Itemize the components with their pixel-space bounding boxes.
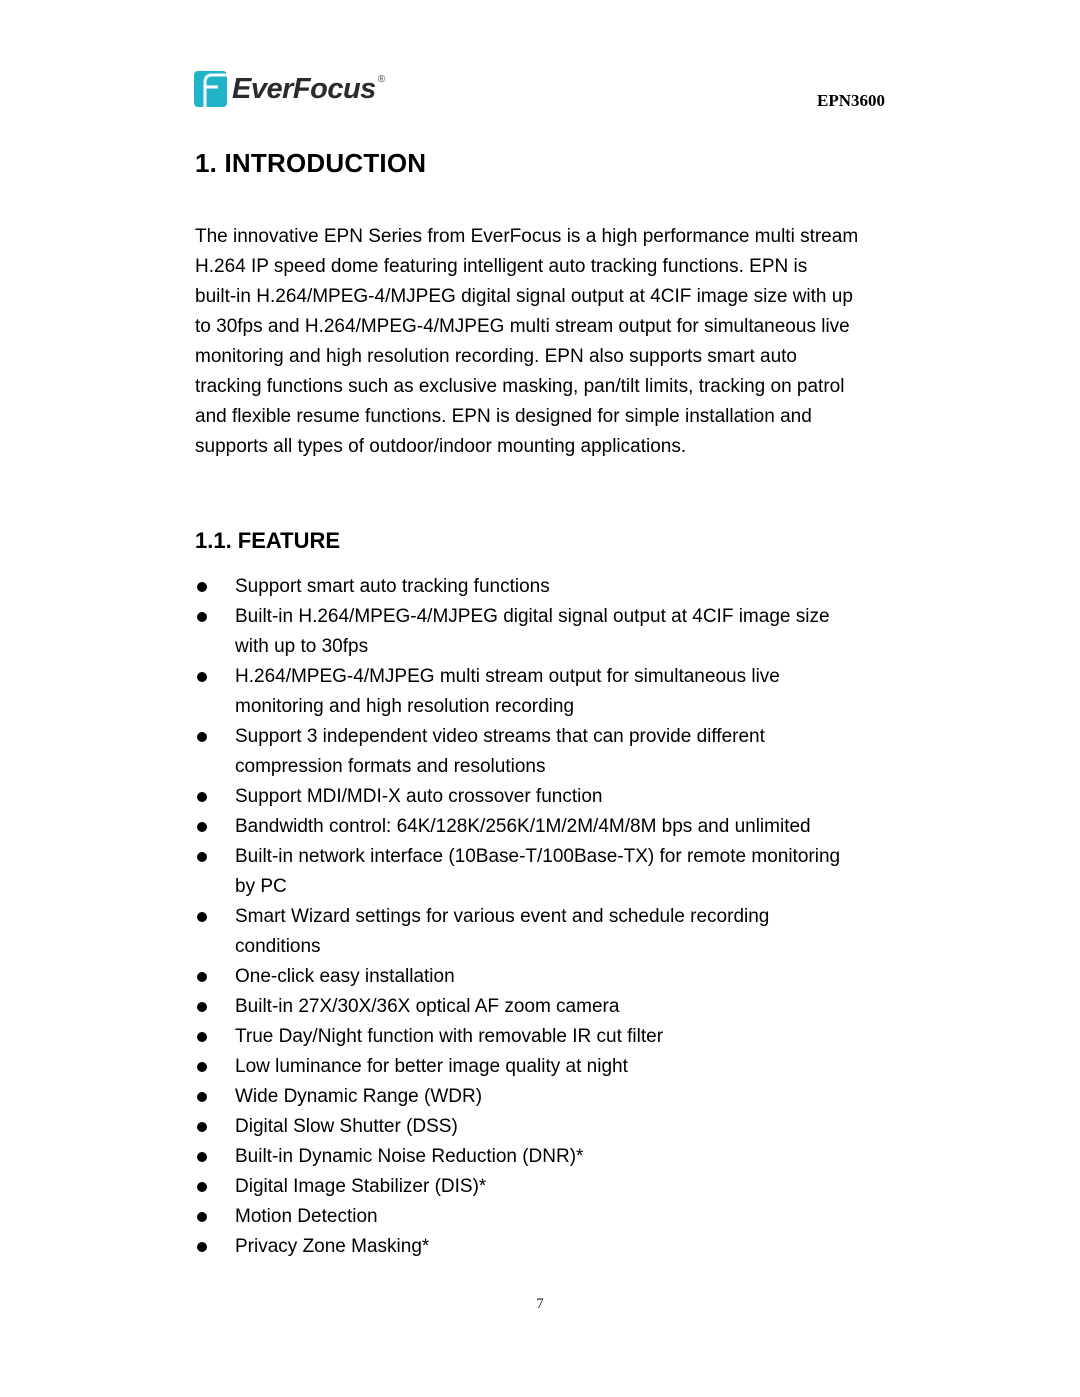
feature-text: H.264/MPEG-4/MJPEG multi stream output f… [235, 666, 780, 687]
bullet-icon [197, 1122, 207, 1132]
bullet-icon [197, 1182, 207, 1192]
feature-item: Motion Detection [195, 1202, 895, 1232]
feature-text: Support smart auto tracking functions [235, 576, 550, 597]
feature-text: monitoring and high resolution recording [235, 696, 575, 717]
bullet-icon [197, 582, 207, 592]
intro-paragraph: The innovative EPN Series from EverFocus… [195, 222, 895, 462]
intro-line: and flexible resume functions. EPN is de… [195, 406, 812, 427]
everfocus-logo: EverFocus ® [194, 70, 385, 108]
feature-item: One-click easy installation [195, 962, 895, 992]
feature-item: Smart Wizard settings for various event … [195, 902, 895, 962]
feature-text: Bandwidth control: 64K/128K/256K/1M/2M/4… [235, 816, 811, 837]
feature-item: Digital Image Stabilizer (DIS)* [195, 1172, 895, 1202]
intro-line: supports all types of outdoor/indoor mou… [195, 436, 687, 457]
registered-mark: ® [377, 73, 386, 85]
intro-line: built-in H.264/MPEG-4/MJPEG digital sign… [195, 286, 853, 307]
bullet-icon [197, 732, 207, 742]
bullet-icon [197, 972, 207, 982]
bullet-icon [197, 1242, 207, 1252]
feature-text: Motion Detection [235, 1206, 378, 1227]
feature-text: Wide Dynamic Range (WDR) [235, 1086, 483, 1107]
feature-item: Built-in Dynamic Noise Reduction (DNR)* [195, 1142, 895, 1172]
feature-item: Privacy Zone Masking* [195, 1232, 895, 1262]
brand-name: EverFocus [232, 73, 376, 105]
feature-text: with up to 30fps [235, 636, 369, 657]
intro-line: to 30fps and H.264/MPEG-4/MJPEG multi st… [195, 316, 850, 337]
bullet-icon [197, 612, 207, 622]
feature-text: by PC [235, 876, 287, 897]
intro-line: monitoring and high resolution recording… [195, 346, 797, 367]
feature-text: Built-in H.264/MPEG-4/MJPEG digital sign… [235, 606, 830, 627]
feature-item: Support smart auto tracking functions [195, 572, 895, 602]
feature-text: Built-in network interface (10Base-T/100… [235, 846, 841, 867]
page-number: 7 [536, 1296, 544, 1312]
bullet-icon [197, 1002, 207, 1012]
feature-item: Support MDI/MDI-X auto crossover functio… [195, 782, 895, 812]
bullet-icon [197, 1152, 207, 1162]
intro-line: The innovative EPN Series from EverFocus… [195, 226, 859, 247]
feature-text: Support MDI/MDI-X auto crossover functio… [235, 786, 603, 807]
feature-item: True Day/Night function with removable I… [195, 1022, 895, 1052]
feature-text: One-click easy installation [235, 966, 455, 987]
intro-line: H.264 IP speed dome featuring intelligen… [195, 256, 808, 277]
everfocus-logo-icon [194, 71, 227, 107]
bullet-icon [197, 792, 207, 802]
feature-text: conditions [235, 936, 321, 957]
bullet-icon [197, 1032, 207, 1042]
subsection-title: 1.1. FEATURE [195, 528, 341, 553]
feature-item: Built-in H.264/MPEG-4/MJPEG digital sign… [195, 602, 895, 662]
feature-item: Digital Slow Shutter (DSS) [195, 1112, 895, 1142]
feature-item: Built-in network interface (10Base-T/100… [195, 842, 895, 902]
feature-item: Bandwidth control: 64K/128K/256K/1M/2M/4… [195, 812, 895, 842]
feature-item: Support 3 independent video streams that… [195, 722, 895, 782]
feature-item: H.264/MPEG-4/MJPEG multi stream output f… [195, 662, 895, 722]
bullet-icon [197, 1062, 207, 1072]
feature-text: Built-in 27X/30X/36X optical AF zoom cam… [235, 996, 620, 1017]
bullet-icon [197, 1212, 207, 1222]
section-title: 1. INTRODUCTION [195, 148, 427, 178]
feature-text: Digital Image Stabilizer (DIS)* [235, 1176, 487, 1197]
feature-item: Built-in 27X/30X/36X optical AF zoom cam… [195, 992, 895, 1022]
bullet-icon [197, 672, 207, 682]
feature-text: compression formats and resolutions [235, 756, 546, 777]
bullet-icon [197, 912, 207, 922]
feature-text: True Day/Night function with removable I… [235, 1026, 664, 1047]
feature-text: Support 3 independent video streams that… [235, 726, 765, 747]
feature-list: Support smart auto tracking functions Bui… [195, 572, 895, 1262]
feature-text: Low luminance for better image quality a… [235, 1056, 628, 1077]
feature-item: Low luminance for better image quality a… [195, 1052, 895, 1082]
feature-text: Privacy Zone Masking* [235, 1236, 430, 1257]
model-number: EPN3600 [817, 91, 885, 110]
feature-item: Wide Dynamic Range (WDR) [195, 1082, 895, 1112]
feature-text: Built-in Dynamic Noise Reduction (DNR)* [235, 1146, 584, 1167]
feature-text: Smart Wizard settings for various event … [235, 906, 770, 927]
feature-text: Digital Slow Shutter (DSS) [235, 1116, 458, 1137]
bullet-icon [197, 852, 207, 862]
bullet-icon [197, 822, 207, 832]
bullet-icon [197, 1092, 207, 1102]
intro-line: tracking functions such as exclusive mas… [195, 376, 845, 397]
